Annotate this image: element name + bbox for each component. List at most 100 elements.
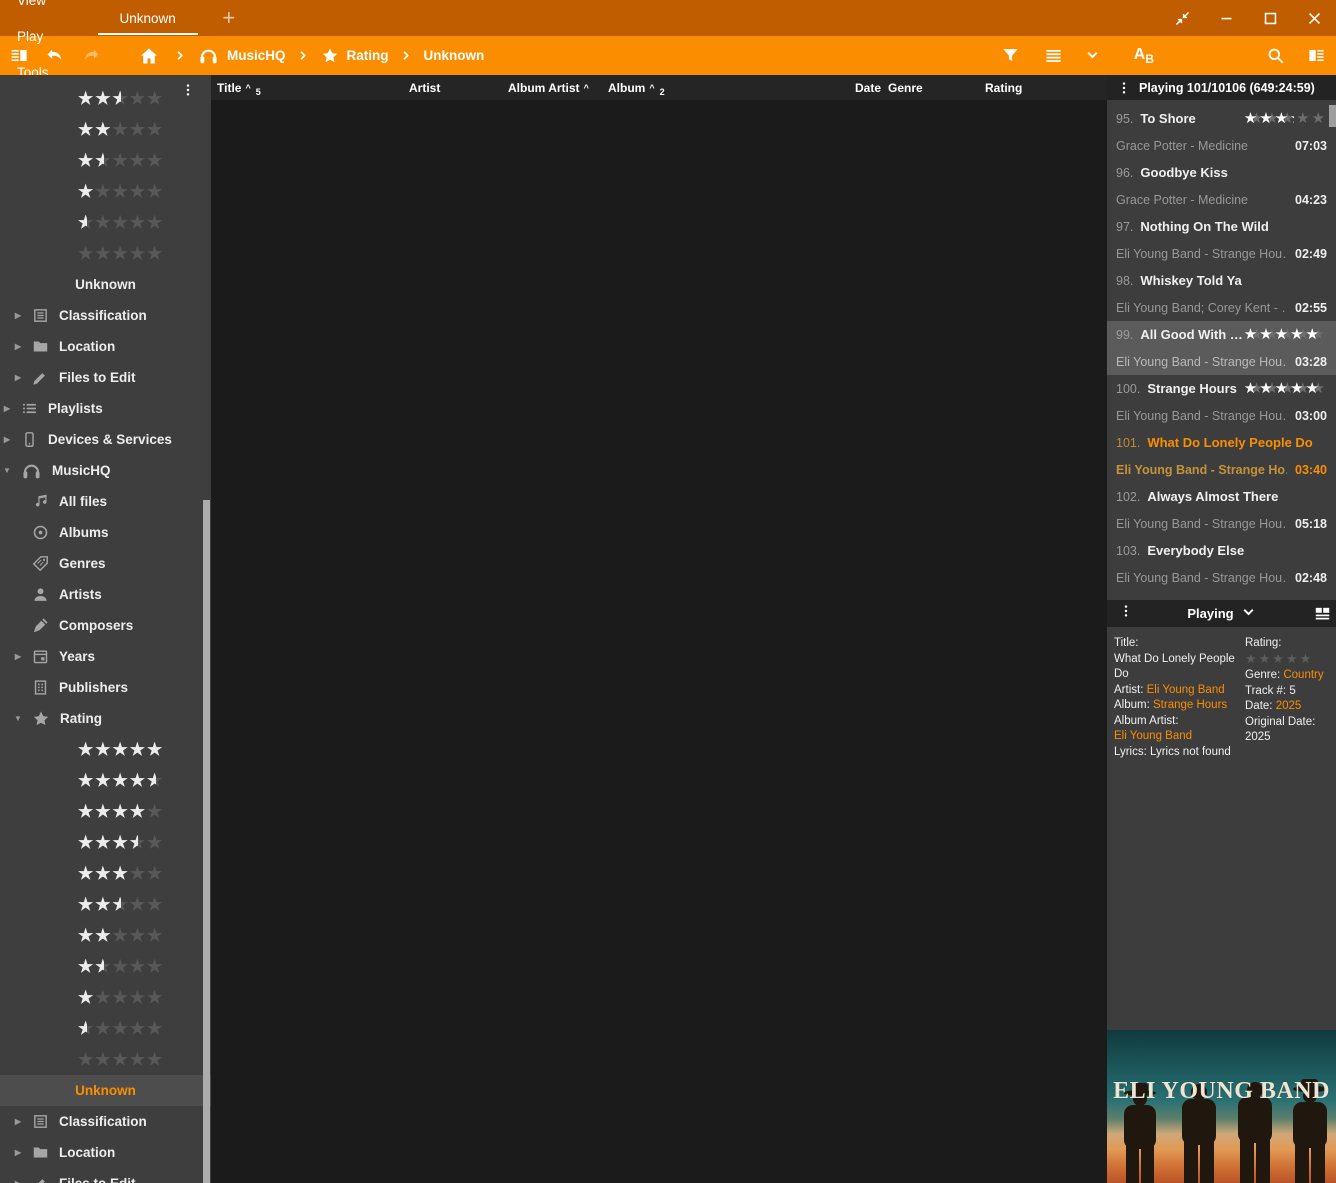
- column-header-artist[interactable]: Artist: [409, 75, 440, 100]
- search-button[interactable]: [1258, 36, 1293, 75]
- column-header-album[interactable]: Album^2: [608, 75, 665, 100]
- queue-track-102[interactable]: 102.Always Almost ThereEli Young Band - …: [1107, 483, 1336, 537]
- menu-view[interactable]: View: [0, 0, 63, 18]
- home-button[interactable]: [131, 36, 167, 75]
- sidebar-rating-1.5-stars[interactable]: ★★★★★★★★★★: [0, 145, 211, 176]
- column-header-album-artist[interactable]: Album Artist^: [508, 75, 589, 100]
- new-tab-button[interactable]: +: [214, 3, 244, 33]
- sidebar-rating-1.5-stars[interactable]: ★★★★★★★★★★: [0, 951, 211, 982]
- rating-stars: ★★★★★★★★★★: [78, 803, 164, 820]
- sidebar-item-files-to-edit[interactable]: ▶Files to Edit: [0, 362, 211, 393]
- queue-kebab-icon[interactable]: [1117, 81, 1131, 95]
- sidebar-rating-0-stars[interactable]: ★★★★★★★★★★: [0, 1044, 211, 1075]
- alphabetical-sort-button[interactable]: AB: [1126, 36, 1162, 75]
- rating-stars: ★★★★★★★★★★: [78, 183, 164, 200]
- queue-track-98[interactable]: 98.Whiskey Told YaEli Young Band; Corey …: [1107, 267, 1336, 321]
- breadcrumb-musichq[interactable]: MusicHQ: [194, 36, 290, 75]
- sort-order-button[interactable]: [1036, 36, 1071, 75]
- track-duration: 02:49: [1295, 247, 1327, 261]
- sidebar-rating-0-stars[interactable]: ★★★★★★★★★★: [0, 238, 211, 269]
- queue-track-99[interactable]: 99.All Good With …★★★★★★★★★★Eli Young Ba…: [1107, 321, 1336, 375]
- star-icon: [32, 710, 50, 728]
- tree-arrow-right-icon[interactable]: ▶: [13, 1117, 23, 1126]
- detail-value: 5: [1289, 685, 1295, 697]
- sidebar-item-playlists[interactable]: ▶Playlists: [0, 393, 211, 424]
- breadcrumb-unknown[interactable]: Unknown: [420, 36, 489, 75]
- sidebar-rating-unknown-selected[interactable]: Unknown: [0, 1075, 211, 1106]
- tree-arrow-right-icon[interactable]: ▶: [13, 311, 23, 320]
- tree-arrow-down-icon[interactable]: ▼: [2, 466, 12, 475]
- sidebar-rating-5-stars[interactable]: ★★★★★★★★★★: [0, 734, 211, 765]
- panel-layout-icon[interactable]: [1314, 605, 1331, 625]
- tab-unknown[interactable]: Unknown: [92, 0, 204, 36]
- sidebar-item-rating[interactable]: ▼Rating: [0, 703, 211, 734]
- collapse-button[interactable]: [1160, 0, 1204, 36]
- sidebar-scrollbar-thumb[interactable]: [203, 500, 210, 1183]
- sidebar-rating-1-stars[interactable]: ★★★★★★★★★★: [0, 982, 211, 1013]
- now-playing-selector[interactable]: Playing: [1187, 605, 1255, 623]
- sidebar-rating-0.5-stars[interactable]: ★★★★★★★★★★: [0, 207, 211, 238]
- redo-button[interactable]: [73, 36, 109, 75]
- column-header-date[interactable]: Date: [855, 75, 881, 100]
- sidebar-item-files-to-edit[interactable]: ▶Files to Edit: [0, 1168, 211, 1183]
- close-button[interactable]: [1292, 0, 1336, 36]
- queue-track-95[interactable]: 95.To Shore★★★★★★★★★★Grace Potter - Medi…: [1107, 105, 1336, 159]
- tree-arrow-right-icon[interactable]: ▶: [13, 342, 23, 351]
- queue-track-100[interactable]: 100.Strange Hours★★★★★★★★★★Eli Young Ban…: [1107, 375, 1336, 429]
- sidebar-item-all-files[interactable]: All files: [0, 486, 211, 517]
- column-header-genre[interactable]: Genre: [888, 75, 923, 100]
- sidebar-rating-4.5-stars[interactable]: ★★★★★★★★★★: [0, 765, 211, 796]
- sidebar-rating-2.5-stars[interactable]: ★★★★★★★★★★: [0, 83, 211, 114]
- queue-track-103[interactable]: 103.Everybody ElseEli Young Band - Stran…: [1107, 537, 1336, 591]
- sidebar-item-classification[interactable]: ▶Classification: [0, 300, 211, 331]
- minimize-button[interactable]: [1204, 0, 1248, 36]
- queue-scrollbar-thumb[interactable]: [1329, 105, 1336, 127]
- toggle-panel-button[interactable]: [2, 36, 37, 75]
- sort-expand-button[interactable]: [1077, 36, 1108, 75]
- sidebar-item-classification[interactable]: ▶Classification: [0, 1106, 211, 1137]
- filter-button[interactable]: [993, 36, 1028, 75]
- sort-lines-icon: [1044, 46, 1063, 65]
- sidebar-rating-2-stars[interactable]: ★★★★★★★★★★: [0, 114, 211, 145]
- sidebar-rating-4-stars[interactable]: ★★★★★★★★★★: [0, 796, 211, 827]
- sidebar-item-genres[interactable]: Genres: [0, 548, 211, 579]
- sidebar-item-devices-services[interactable]: ▶Devices & Services: [0, 424, 211, 455]
- sidebar-rating-2-stars[interactable]: ★★★★★★★★★★: [0, 920, 211, 951]
- tree-arrow-down-icon[interactable]: ▼: [13, 714, 23, 723]
- sidebar-rating-0.5-stars[interactable]: ★★★★★★★★★★: [0, 1013, 211, 1044]
- breadcrumb-rating[interactable]: Rating: [317, 36, 393, 75]
- queue-track-97[interactable]: 97.Nothing On The WildEli Young Band - S…: [1107, 213, 1336, 267]
- sidebar-item-publishers[interactable]: Publishers: [0, 672, 211, 703]
- track-artist-album: Eli Young Band - Strange Hou…: [1116, 247, 1287, 261]
- tree-arrow-right-icon[interactable]: ▶: [2, 435, 12, 444]
- sidebar-rating-2.5-stars[interactable]: ★★★★★★★★★★: [0, 889, 211, 920]
- sidebar-item-label: Location: [59, 339, 115, 354]
- tree-arrow-right-icon[interactable]: ▶: [13, 652, 23, 661]
- sidebar-item-artists[interactable]: Artists: [0, 579, 211, 610]
- sidebar-item-years[interactable]: ▶Years: [0, 641, 211, 672]
- sidebar-item-albums[interactable]: Albums: [0, 517, 211, 548]
- toggle-right-panel-button[interactable]: [1299, 36, 1334, 75]
- rating-stars: ★★★★★★★★★★: [78, 741, 164, 758]
- now-playing-kebab-icon[interactable]: [1119, 604, 1133, 618]
- sidebar-menu-kebab-icon[interactable]: [181, 83, 195, 100]
- tree-arrow-right-icon[interactable]: ▶: [13, 373, 23, 382]
- sidebar: ★★★★★★★★★★★★★★★★★★★★★★★★★★★★★★★★★★★★★★★★…: [0, 75, 211, 1183]
- tree-arrow-right-icon[interactable]: ▶: [13, 1179, 23, 1183]
- sidebar-rating-3-stars[interactable]: ★★★★★★★★★★: [0, 858, 211, 889]
- column-header-title[interactable]: Title^5: [217, 75, 261, 100]
- queue-track-101[interactable]: 101.What Do Lonely People DoEli Young Ba…: [1107, 429, 1336, 483]
- column-header-rating[interactable]: Rating: [985, 75, 1022, 100]
- sidebar-rating-3.5-stars[interactable]: ★★★★★★★★★★: [0, 827, 211, 858]
- sidebar-rating-unknown[interactable]: Unknown: [0, 269, 211, 300]
- maximize-button[interactable]: [1248, 0, 1292, 36]
- sidebar-item-location[interactable]: ▶ Location: [0, 331, 211, 362]
- queue-track-96[interactable]: 96.Goodbye KissGrace Potter - Medicine04…: [1107, 159, 1336, 213]
- tree-arrow-right-icon[interactable]: ▶: [13, 1148, 23, 1157]
- sidebar-item-musichq[interactable]: ▼MusicHQ: [0, 455, 211, 486]
- sidebar-rating-1-stars[interactable]: ★★★★★★★★★★: [0, 176, 211, 207]
- sidebar-item-composers[interactable]: Composers: [0, 610, 211, 641]
- tree-arrow-right-icon[interactable]: ▶: [2, 404, 12, 413]
- undo-button[interactable]: [37, 36, 73, 75]
- sidebar-item-location[interactable]: ▶Location: [0, 1137, 211, 1168]
